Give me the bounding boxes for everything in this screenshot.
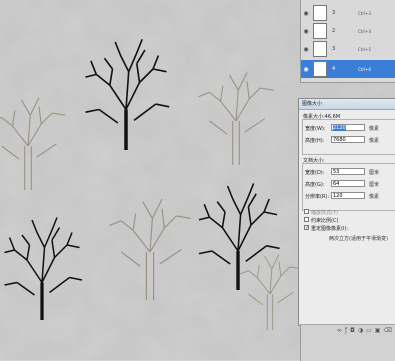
eye-icon[interactable]: ◉ — [301, 10, 311, 17]
width-input[interactable]: 2120 — [331, 124, 365, 131]
layer-shortcut: Ctrl+6 — [358, 66, 372, 72]
eye-icon[interactable]: ◉ — [301, 28, 311, 35]
fx-icon[interactable]: ƒ — [345, 327, 347, 334]
layer-row-selected[interactable]: ◉ 4 Ctrl+6 — [301, 60, 395, 78]
eye-icon[interactable]: ◉ — [301, 66, 311, 73]
resample-checkbox[interactable]: ✓ — [304, 225, 309, 231]
doc-width-input[interactable]: 53 — [331, 168, 365, 175]
link-icon[interactable]: ∞ — [337, 327, 342, 334]
doc-height-unit[interactable]: 厘米 — [369, 181, 379, 188]
layer-thumbnail — [313, 61, 327, 77]
constrain-checkbox[interactable] — [304, 217, 309, 222]
layer-thumbnail — [313, 23, 327, 39]
delete-icon[interactable]: ⌫ — [383, 327, 391, 334]
resample-method-select[interactable]: 两次立方(适用于平滑渐变) — [329, 235, 388, 242]
doc-height-label: 高度(G): — [305, 182, 325, 188]
layer-row[interactable]: ◉ 2 Ctrl+4 — [301, 22, 395, 40]
layer-name: 4 — [332, 66, 336, 72]
doc-width-label: 宽度(D): — [305, 170, 325, 176]
folder-icon[interactable]: ▭ — [366, 327, 372, 334]
layer-shortcut: Ctrl+4 — [358, 28, 372, 34]
layer-thumbnail — [313, 5, 327, 21]
layer-name: 3 — [332, 10, 336, 16]
layer-shortcut: Ctrl+5 — [358, 46, 372, 52]
width-unit[interactable]: 像素 — [369, 125, 379, 132]
resolution-unit[interactable]: 像素 — [369, 193, 379, 200]
layer-shortcut: Ctrl+3 — [358, 10, 372, 16]
dialog-title: 图像大小 — [299, 99, 395, 110]
resample-label: 重定图像像素(I): — [311, 226, 349, 232]
doc-height-input[interactable]: 64 — [331, 180, 365, 187]
constrain-label: 约束比例(C) — [311, 218, 339, 224]
layer-thumbnail — [313, 41, 327, 57]
layer-row[interactable]: ◉ 3 Ctrl+3 — [301, 4, 395, 22]
layer-name: 3 — [332, 46, 336, 52]
mask-icon[interactable]: ◘ — [350, 327, 355, 334]
layer-name: 2 — [332, 28, 336, 34]
width-label: 宽度(W): — [305, 126, 326, 132]
height-input[interactable]: 7680 — [331, 136, 365, 143]
layer-row[interactable]: ◉ 3 Ctrl+5 — [301, 40, 395, 58]
height-unit[interactable]: 像素 — [369, 137, 379, 144]
scale-styles-label: 缩放样式(Y) — [311, 210, 338, 216]
new-layer-icon[interactable]: ▣ — [375, 327, 381, 334]
height-label: 高度(H): — [305, 138, 325, 144]
panel-bottom-bar: ∞ ƒ ◘ ◑ ▭ ▣ ⌫ — [300, 324, 395, 361]
scale-styles-checkbox[interactable] — [304, 209, 309, 214]
image-size-dialog: 图像大小 像素大小:46.6M 宽度(W): 2120 像素 高度(H): 76… — [298, 98, 395, 326]
resolution-label: 分辨率(R): — [305, 194, 330, 200]
eye-icon[interactable]: ◉ — [301, 46, 311, 53]
adjustment-icon[interactable]: ◑ — [358, 327, 363, 334]
doc-width-unit[interactable]: 厘米 — [369, 169, 379, 176]
layers-panel: ◉ 3 Ctrl+3 ◉ 2 Ctrl+4 ◉ 3 Ctrl+5 ◉ 4 Ctr… — [300, 0, 395, 83]
resolution-input[interactable]: 120 — [331, 192, 365, 199]
